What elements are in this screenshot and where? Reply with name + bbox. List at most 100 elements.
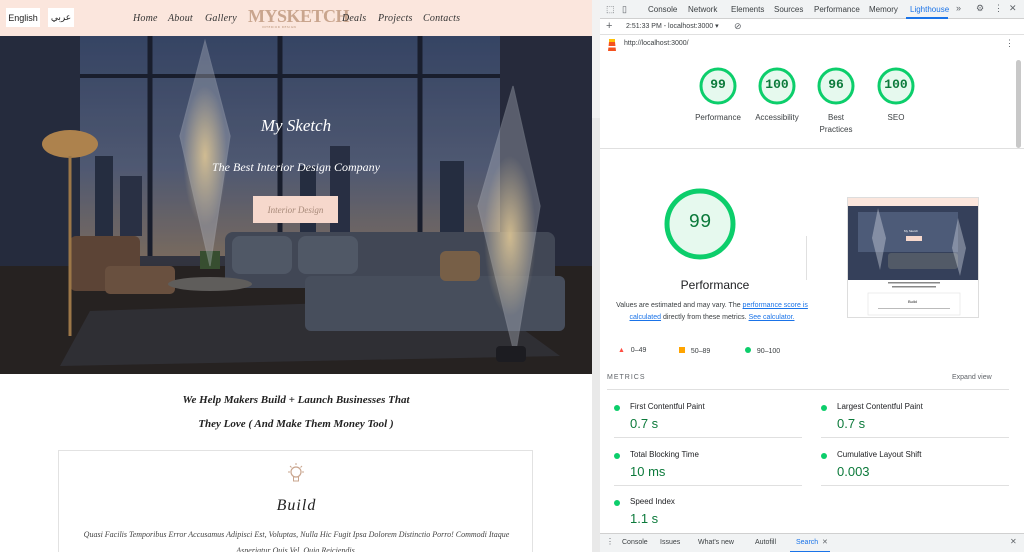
- devtools-panel: ⬚ ▯ Console Network Elements Sources Per…: [600, 0, 1024, 552]
- metric-divider: [821, 437, 1009, 438]
- metric-name: Speed Index: [630, 497, 675, 506]
- gauge-label-performance: Performance: [695, 113, 741, 122]
- close-drawer-tab-icon[interactable]: ✕: [822, 538, 828, 546]
- gauge-value: 99: [710, 77, 726, 92]
- tab-performance[interactable]: Performance: [814, 5, 860, 14]
- gauge-performance-large: 99: [663, 187, 737, 261]
- gauge-value: 96: [828, 77, 844, 92]
- legend-pass: 90–100: [745, 347, 780, 355]
- metrics-heading: METRICS: [607, 374, 646, 381]
- lighthouse-toolbar: + 2:51:33 PM - localhost:3000 ▾ ⊘: [600, 19, 1024, 35]
- metric-value: 0.003: [837, 464, 870, 479]
- website-viewport: English عربي Home About Gallery MYSKETCH…: [0, 0, 592, 552]
- nav-contacts-link[interactable]: Contacts: [423, 13, 460, 24]
- hero-title: My Sketch: [260, 116, 332, 135]
- drawer-tab-issues[interactable]: Issues: [660, 539, 680, 546]
- legend-fail: ▲ 0–49: [618, 347, 646, 354]
- more-tabs-icon[interactable]: »: [956, 3, 961, 13]
- metric-value: 0.7 s: [630, 416, 659, 431]
- report-select[interactable]: 2:51:33 PM - localhost:3000 ▾: [626, 22, 719, 30]
- gauge-value: 100: [884, 77, 908, 92]
- metric-value: 10 ms: [630, 464, 666, 479]
- lang-arabic-button[interactable]: عربي: [48, 8, 74, 27]
- help-heading-line1: We Help Makers Build + Launch Businesses…: [182, 394, 410, 406]
- tab-sources[interactable]: Sources: [774, 5, 803, 14]
- devtools-drawer: ⋮ Console Issues What's new Autofill Sea…: [600, 533, 1024, 552]
- performance-description: Values are estimated and may vary. The p…: [612, 300, 812, 324]
- gauge-performance[interactable]: 99: [698, 66, 738, 106]
- legend-average-range: 50–89: [690, 348, 711, 355]
- tab-elements[interactable]: Elements: [731, 5, 764, 14]
- pass-dot-icon: [614, 453, 620, 459]
- drawer-tab-whats-new[interactable]: What's new: [698, 539, 734, 546]
- help-heading-line2: They Love ( And Make Them Money Tool ): [198, 418, 394, 430]
- metric-name: Total Blocking Time: [630, 450, 699, 459]
- metric-name: Cumulative Layout Shift: [837, 450, 922, 459]
- lang-english-button[interactable]: English: [6, 8, 40, 27]
- pass-dot-icon: [821, 453, 827, 459]
- report-scrollbar[interactable]: [1016, 60, 1021, 148]
- calculator-link[interactable]: See calculator.: [749, 314, 795, 321]
- tab-memory[interactable]: Memory: [869, 5, 898, 14]
- circle-icon: [745, 347, 751, 353]
- gauge-best-practices[interactable]: 96: [816, 66, 856, 106]
- report-url: http://localhost:3000/: [624, 40, 689, 47]
- performance-title: Performance: [680, 278, 750, 292]
- build-card-text: Quasi Facilis Temporibus Error Accusamus…: [83, 530, 510, 552]
- page-screenshot-thumbnail[interactable]: My Sketch Build: [847, 197, 979, 318]
- devtools-tab-bar: ⬚ ▯ Console Network Elements Sources Per…: [600, 0, 1024, 19]
- square-icon: [679, 347, 685, 353]
- metric-divider: [614, 485, 802, 486]
- section-separator: [600, 148, 1024, 149]
- clear-reports-icon[interactable]: ⊘: [734, 21, 742, 32]
- close-drawer-icon[interactable]: ✕: [1010, 537, 1017, 546]
- expand-view-button[interactable]: Expand view: [952, 374, 992, 381]
- nav-projects-link[interactable]: Projects: [378, 13, 413, 24]
- metric-name: First Contentful Paint: [630, 402, 705, 411]
- gauge-value: 100: [765, 77, 789, 92]
- drawer-menu-icon[interactable]: ⋮: [606, 537, 614, 546]
- pass-dot-icon: [821, 405, 827, 411]
- interior-design-button[interactable]: Interior Design: [253, 196, 338, 223]
- gauge-seo[interactable]: 100: [876, 66, 916, 106]
- gauge-label-seo: SEO: [887, 113, 905, 122]
- metrics-separator: [607, 389, 1009, 390]
- metric-divider: [614, 437, 802, 438]
- device-toolbar-icon[interactable]: ▯: [622, 4, 627, 15]
- tab-network[interactable]: Network: [688, 5, 717, 14]
- nav-deals-link[interactable]: Deals: [342, 13, 366, 24]
- legend-average: 50–89: [679, 347, 710, 355]
- build-card-title: Build: [276, 497, 317, 514]
- report-menu-icon[interactable]: ⋮: [1005, 38, 1014, 49]
- nav-about-link[interactable]: About: [168, 13, 193, 24]
- hero-subtitle: The Best Interior Design Company: [212, 160, 380, 174]
- tab-lighthouse[interactable]: Lighthouse: [910, 5, 949, 14]
- thumbnail-title: My Sketch: [904, 229, 919, 233]
- metric-value: 1.1 s: [630, 511, 659, 526]
- gauge-label-best-practices: Best Practices: [819, 113, 853, 134]
- drawer-tab-search[interactable]: Search: [796, 539, 818, 546]
- drawer-tab-console[interactable]: Console: [622, 539, 648, 546]
- legend-fail-range: 0–49: [630, 347, 647, 354]
- inspect-element-icon[interactable]: ⬚: [606, 4, 615, 15]
- legend-pass-range: 90–100: [756, 348, 781, 355]
- gauge-value-large: 99: [688, 211, 712, 233]
- nav-home-link[interactable]: Home: [133, 13, 158, 24]
- metric-name: Largest Contentful Paint: [837, 402, 923, 411]
- lighthouse-icon: [608, 39, 616, 51]
- drawer-tab-autofill[interactable]: Autofill: [755, 539, 776, 546]
- more-options-icon[interactable]: ⋮: [994, 3, 1003, 14]
- gear-icon[interactable]: ⚙: [976, 3, 984, 14]
- gauge-accessibility[interactable]: 100: [757, 66, 797, 106]
- vertical-separator: [806, 236, 807, 280]
- close-icon[interactable]: ✕: [1009, 3, 1017, 14]
- metric-divider: [821, 485, 1009, 486]
- panel-divider-highlight: [592, 0, 600, 118]
- pass-dot-icon: [614, 500, 620, 506]
- thumbnail-card-title: Build: [908, 299, 917, 304]
- nav-gallery-link[interactable]: Gallery: [205, 13, 237, 24]
- tab-console[interactable]: Console: [648, 5, 677, 14]
- perf-desc-text: Values are estimated and may vary. The: [616, 302, 743, 309]
- metric-value: 0.7 s: [837, 416, 866, 431]
- new-report-icon[interactable]: +: [606, 20, 612, 32]
